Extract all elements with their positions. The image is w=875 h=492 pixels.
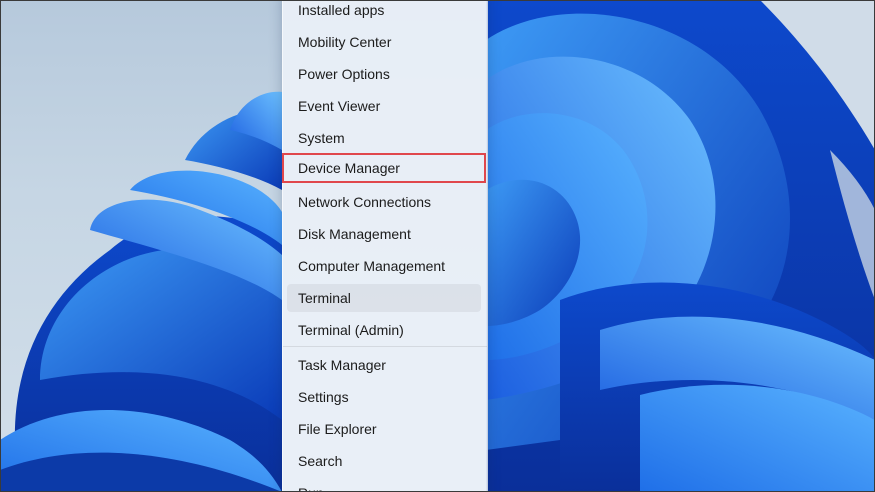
menu-item-terminal[interactable]: Terminal <box>287 284 481 312</box>
menu-item-disk-management[interactable]: Disk Management <box>287 220 481 248</box>
menu-item-file-explorer[interactable]: File Explorer <box>287 415 481 443</box>
menu-item-event-viewer[interactable]: Event Viewer <box>287 92 481 120</box>
menu-separator <box>283 346 487 347</box>
menu-item-search[interactable]: Search <box>287 447 481 475</box>
menu-item-terminal-admin[interactable]: Terminal (Admin) <box>287 316 481 344</box>
menu-item-computer-management[interactable]: Computer Management <box>287 252 481 280</box>
menu-item-installed-apps[interactable]: Installed apps <box>287 0 481 24</box>
menu-item-system[interactable]: System <box>287 124 481 152</box>
menu-item-settings[interactable]: Settings <box>287 383 481 411</box>
desktop: Installed apps Mobility Center Power Opt… <box>0 0 875 492</box>
menu-item-task-manager[interactable]: Task Manager <box>287 351 481 379</box>
menu-item-power-options[interactable]: Power Options <box>287 60 481 88</box>
menu-item-run[interactable]: Run <box>287 479 481 492</box>
menu-item-device-manager[interactable]: Device Manager <box>282 153 486 183</box>
menu-item-mobility-center[interactable]: Mobility Center <box>287 28 481 56</box>
menu-item-network-connections[interactable]: Network Connections <box>287 188 481 216</box>
quick-link-menu: Installed apps Mobility Center Power Opt… <box>282 0 488 492</box>
